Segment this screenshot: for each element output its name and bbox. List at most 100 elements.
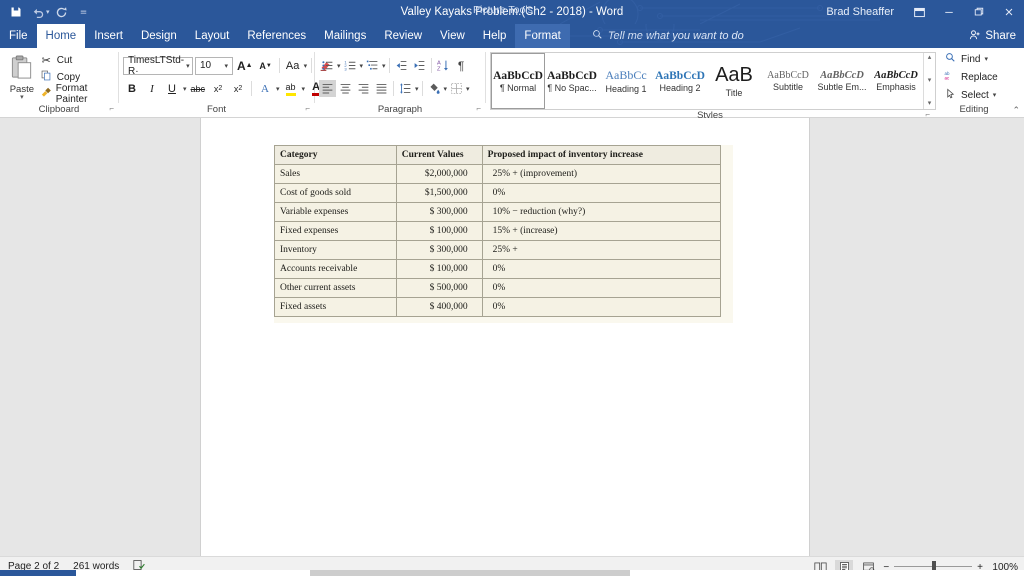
- font-name-input[interactable]: TimesLTStd-R· ▾: [123, 57, 193, 75]
- style-no-spacing[interactable]: AaBbCcD ¶ No Spac...: [545, 53, 599, 109]
- tab-design[interactable]: Design: [132, 24, 186, 48]
- restore-icon[interactable]: [964, 0, 994, 24]
- ribbon-group-paragraph: ▾ 123 ▾ ▾: [315, 48, 485, 117]
- change-case-caret-icon[interactable]: ▾: [304, 62, 308, 70]
- shrink-font-button[interactable]: A▼: [257, 57, 275, 75]
- styles-scroll-controls[interactable]: ▴ ▾ ▾: [923, 53, 935, 109]
- text-effects-button[interactable]: A: [256, 80, 274, 98]
- text-effects-caret-icon[interactable]: ▾: [276, 85, 280, 93]
- style-subtitle[interactable]: AaBbCcD Subtitle: [761, 53, 815, 109]
- paragraph-dialog-launcher-icon[interactable]: ⌐: [476, 104, 481, 113]
- paste-button[interactable]: Paste ▾: [4, 53, 40, 101]
- style-emphasis[interactable]: AaBbCcD Emphasis: [869, 53, 923, 109]
- shading-caret-icon[interactable]: ▾: [444, 85, 448, 93]
- title-bar-right-controls: Brad Sheaffer: [826, 0, 1024, 24]
- clipboard-dialog-launcher-icon[interactable]: ⌐: [109, 104, 114, 113]
- sort-button[interactable]: AZ: [435, 57, 452, 74]
- contextual-tool-label: Picture Tools: [473, 4, 533, 16]
- select-caret-icon[interactable]: ▾: [993, 91, 997, 99]
- multilevel-list-button[interactable]: [364, 57, 381, 74]
- tab-view[interactable]: View: [431, 24, 474, 48]
- account-name[interactable]: Brad Sheaffer: [826, 6, 904, 18]
- underline-caret-icon[interactable]: ▾: [183, 85, 187, 93]
- tab-references[interactable]: References: [238, 24, 315, 48]
- cell-current-value: $ 300,000: [396, 241, 482, 260]
- collapse-ribbon-icon[interactable]: ⌃: [1012, 105, 1020, 116]
- tab-file[interactable]: File: [0, 24, 37, 48]
- format-painter-label: Format Painter: [56, 83, 114, 105]
- style-subtle-emphasis[interactable]: AaBbCcD Subtle Em...: [815, 53, 869, 109]
- shading-button[interactable]: [426, 80, 443, 97]
- close-icon[interactable]: [994, 0, 1024, 24]
- grow-font-button[interactable]: A▲: [235, 57, 255, 75]
- bullets-button[interactable]: [319, 57, 336, 74]
- text-highlight-color-button[interactable]: ab: [282, 80, 300, 98]
- strikethrough-button[interactable]: abc: [189, 80, 208, 98]
- style-heading-2[interactable]: AaBbCcD Heading 2: [653, 53, 707, 109]
- document-page[interactable]: Category Current Values Proposed impact …: [200, 118, 810, 556]
- increase-indent-button[interactable]: [411, 57, 428, 74]
- tab-layout[interactable]: Layout: [186, 24, 239, 48]
- font-size-input[interactable]: 10 ▾: [195, 57, 233, 75]
- tab-format[interactable]: Format: [515, 24, 569, 48]
- select-button[interactable]: Select ▾: [943, 87, 998, 104]
- tab-mailings[interactable]: Mailings: [315, 24, 375, 48]
- styles-more-icon[interactable]: ▾: [924, 100, 935, 108]
- align-center-button[interactable]: [337, 80, 354, 97]
- underline-button[interactable]: U: [163, 80, 181, 98]
- minimize-icon[interactable]: [934, 0, 964, 24]
- tab-home[interactable]: Home: [37, 24, 86, 48]
- inserted-table-image[interactable]: Category Current Values Proposed impact …: [274, 145, 733, 323]
- style-title[interactable]: AaB Title: [707, 53, 761, 109]
- cell-category: Other current assets: [275, 279, 397, 298]
- tab-insert[interactable]: Insert: [85, 24, 132, 48]
- tab-help[interactable]: Help: [474, 24, 516, 48]
- share-button[interactable]: Share: [969, 24, 1016, 48]
- tab-review[interactable]: Review: [375, 24, 431, 48]
- borders-button[interactable]: [448, 80, 465, 97]
- bold-button[interactable]: B: [123, 80, 141, 98]
- cell-current-value: $2,000,000: [396, 165, 482, 184]
- subscript-button[interactable]: x2: [209, 80, 227, 98]
- styles-scroll-up-icon[interactable]: ▴: [924, 54, 935, 62]
- superscript-button[interactable]: x2: [229, 80, 247, 98]
- numbering-caret-icon[interactable]: ▾: [360, 62, 364, 70]
- styles-scroll-down-icon[interactable]: ▾: [924, 77, 935, 85]
- align-left-button[interactable]: [319, 80, 336, 97]
- tell-me-search[interactable]: Tell me what you want to do: [584, 24, 752, 48]
- cell-current-value: $ 100,000: [396, 260, 482, 279]
- ribbon-display-options-icon[interactable]: [904, 0, 934, 24]
- numbering-button[interactable]: 123: [342, 57, 359, 74]
- taskbar-accent: [0, 570, 76, 576]
- format-painter-button[interactable]: Format Painter: [40, 86, 114, 102]
- justify-button[interactable]: [373, 80, 390, 97]
- horizontal-scrollbar[interactable]: [0, 570, 1024, 576]
- font-size-caret-icon[interactable]: ▾: [222, 62, 230, 70]
- borders-caret-icon[interactable]: ▾: [466, 85, 470, 93]
- bullets-caret-icon[interactable]: ▾: [337, 62, 341, 70]
- table-header-category: Category: [275, 146, 397, 165]
- line-spacing-caret-icon[interactable]: ▾: [415, 85, 419, 93]
- show-formatting-marks-button[interactable]: ¶: [453, 57, 470, 74]
- change-case-button[interactable]: Aa: [284, 57, 302, 75]
- paste-dropdown-caret-icon[interactable]: ▾: [20, 95, 24, 101]
- multilevel-caret-icon[interactable]: ▾: [382, 62, 386, 70]
- italic-button[interactable]: I: [143, 80, 161, 98]
- cell-proposed-impact: 25% +: [482, 241, 720, 260]
- table-header-row: Category Current Values Proposed impact …: [275, 146, 721, 165]
- style-normal[interactable]: AaBbCcD ¶ Normal: [491, 53, 545, 109]
- find-caret-icon[interactable]: ▾: [984, 55, 988, 63]
- style-heading-1[interactable]: AaBbCc Heading 1: [599, 53, 653, 109]
- horizontal-scrollbar-thumb[interactable]: [310, 570, 630, 576]
- font-name-caret-icon[interactable]: ▾: [184, 62, 192, 70]
- svg-text:3: 3: [344, 66, 347, 71]
- decrease-indent-button[interactable]: [393, 57, 410, 74]
- line-spacing-button[interactable]: [397, 80, 414, 97]
- highlight-caret-icon[interactable]: ▾: [302, 85, 306, 93]
- cut-button[interactable]: ✂ Cut: [40, 52, 114, 68]
- cell-proposed-impact: 15% + (increase): [482, 222, 720, 241]
- replace-button[interactable]: abac Replace: [943, 69, 998, 86]
- find-button[interactable]: Find ▾: [943, 51, 998, 68]
- align-right-button[interactable]: [355, 80, 372, 97]
- font-dialog-launcher-icon[interactable]: ⌐: [305, 104, 310, 113]
